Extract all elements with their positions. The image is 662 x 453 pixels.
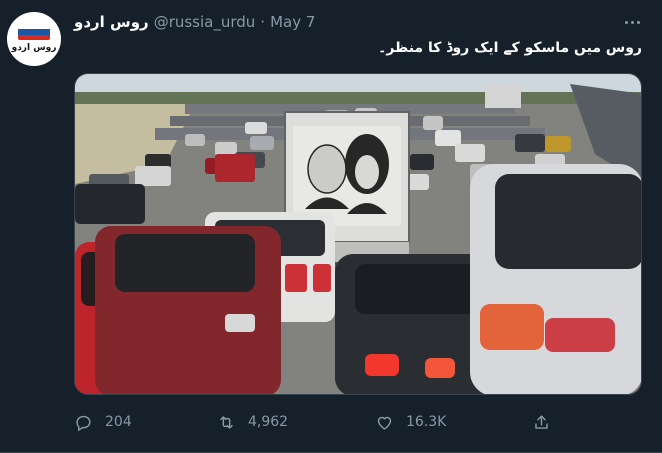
reply-button[interactable]: 204 [74,408,132,436]
tweet-header: روس اردو @russia_urdu · May 7 [74,12,315,32]
tweet-date[interactable]: May 7 [270,13,315,31]
separator-dot: · [260,13,266,31]
retweet-icon [220,415,233,429]
tweet[interactable]: روس اردو روس اردو @russia_urdu · May 7 ر… [0,0,662,453]
avatar-text: روس اردو [11,43,57,53]
avatar[interactable]: روس اردو [7,12,61,66]
tweet-text: روس میں ماسکو کے ایک روڈ کا منظر۔ [378,40,642,56]
reply-icon [76,415,91,431]
heart-icon [377,416,392,430]
retweet-count: 4,962 [248,414,289,430]
tweet-actions: 204 4,962 16.3K [74,408,574,436]
like-count: 16.3K [406,414,447,430]
like-button[interactable]: 16.3K [375,408,446,436]
russia-flag-icon [18,24,50,40]
share-icon [535,414,548,429]
reply-count: 204 [105,414,132,430]
share-button[interactable] [532,408,563,436]
retweet-button[interactable]: 4,962 [217,408,288,436]
author-display-name[interactable]: روس اردو [74,13,149,31]
tweet-media-image[interactable] [74,73,642,395]
more-options-icon[interactable] [622,12,642,32]
author-handle[interactable]: @russia_urdu [154,13,256,31]
